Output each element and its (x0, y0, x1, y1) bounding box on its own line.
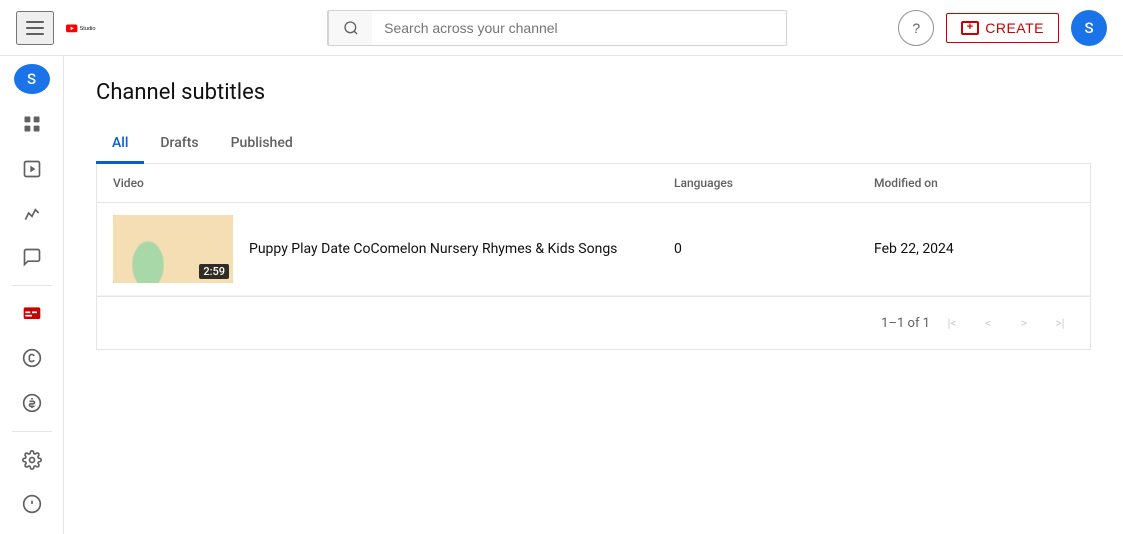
logo[interactable]: Studio (66, 17, 98, 39)
create-button[interactable]: + CREATE (946, 13, 1059, 43)
cell-languages: 0 (674, 241, 874, 257)
sidebar-item-feedback[interactable] (8, 484, 56, 524)
sidebar-item-content[interactable] (8, 148, 56, 188)
main-content: Channel subtitles All Drafts Published V… (64, 56, 1123, 534)
pagination-first[interactable]: |< (938, 309, 966, 337)
tab-drafts[interactable]: Drafts (144, 125, 214, 164)
table-header: Video Languages Modified on (97, 164, 1090, 203)
help-button[interactable]: ? (898, 10, 934, 46)
sidebar-avatar[interactable]: S (14, 64, 50, 94)
create-icon: + (961, 21, 979, 35)
header-right: ? + CREATE S (898, 10, 1107, 46)
subtitles-icon (22, 304, 42, 324)
search-button[interactable] (328, 11, 372, 45)
sidebar-item-copyright[interactable] (8, 338, 56, 378)
sidebar-item-settings[interactable] (8, 440, 56, 480)
sidebar-item-analytics[interactable] (8, 193, 56, 233)
sidebar-divider-2 (12, 431, 52, 432)
hamburger-button[interactable] (16, 11, 54, 45)
pagination-prev[interactable]: < (974, 309, 1002, 337)
pagination-last[interactable]: >| (1046, 309, 1074, 337)
col-modified-header: Modified on (874, 176, 1074, 190)
earn-icon (22, 393, 42, 413)
create-plus: + (967, 22, 974, 33)
col-video-header: Video (113, 176, 674, 190)
header: Studio ? + CREATE S (0, 0, 1123, 56)
search-icon (343, 20, 359, 36)
feedback-icon (22, 494, 42, 514)
search-input[interactable] (372, 20, 786, 36)
cell-modified: Feb 22, 2024 (874, 241, 1074, 257)
help-label: ? (912, 20, 920, 36)
dashboard-icon (22, 114, 42, 134)
copyright-icon (22, 348, 42, 368)
content-icon (22, 159, 42, 179)
avatar-letter: S (1084, 19, 1093, 37)
youtube-icon: Studio (66, 17, 98, 39)
search-bar (216, 10, 898, 46)
svg-text:Studio: Studio (80, 26, 96, 32)
sidebar-item-dashboard[interactable] (8, 104, 56, 144)
pagination: 1–1 of 1 |< < > >| (97, 296, 1090, 349)
tab-published[interactable]: Published (215, 125, 309, 164)
layout: S (0, 56, 1123, 534)
analytics-icon (22, 203, 42, 223)
pagination-info: 1–1 of 1 (881, 316, 930, 331)
video-cell: 2:59 Puppy Play Date CoComelon Nursery R… (113, 215, 674, 283)
thumbnail[interactable]: 2:59 (113, 215, 233, 283)
page-title: Channel subtitles (96, 80, 1091, 105)
create-label: CREATE (985, 20, 1044, 36)
sidebar-item-subtitles[interactable] (8, 294, 56, 334)
sidebar-divider-1 (12, 285, 52, 286)
table-container: Video Languages Modified on 2:59 Puppy P… (96, 164, 1091, 350)
header-left: Studio (16, 11, 216, 45)
tab-all[interactable]: All (96, 125, 144, 164)
tabs: All Drafts Published (96, 125, 1091, 164)
video-title[interactable]: Puppy Play Date CoComelon Nursery Rhymes… (249, 241, 617, 257)
avatar[interactable]: S (1071, 10, 1107, 46)
settings-icon (22, 450, 42, 470)
sidebar-item-comments[interactable] (8, 237, 56, 277)
sidebar: S (0, 56, 64, 534)
pagination-next[interactable]: > (1010, 309, 1038, 337)
search-container (327, 10, 787, 46)
comments-icon (22, 247, 42, 267)
sidebar-item-earn[interactable] (8, 382, 56, 422)
col-languages-header: Languages (674, 176, 874, 190)
sidebar-avatar-letter: S (27, 70, 36, 88)
table-row: 2:59 Puppy Play Date CoComelon Nursery R… (97, 203, 1090, 296)
duration-badge: 2:59 (199, 264, 229, 279)
